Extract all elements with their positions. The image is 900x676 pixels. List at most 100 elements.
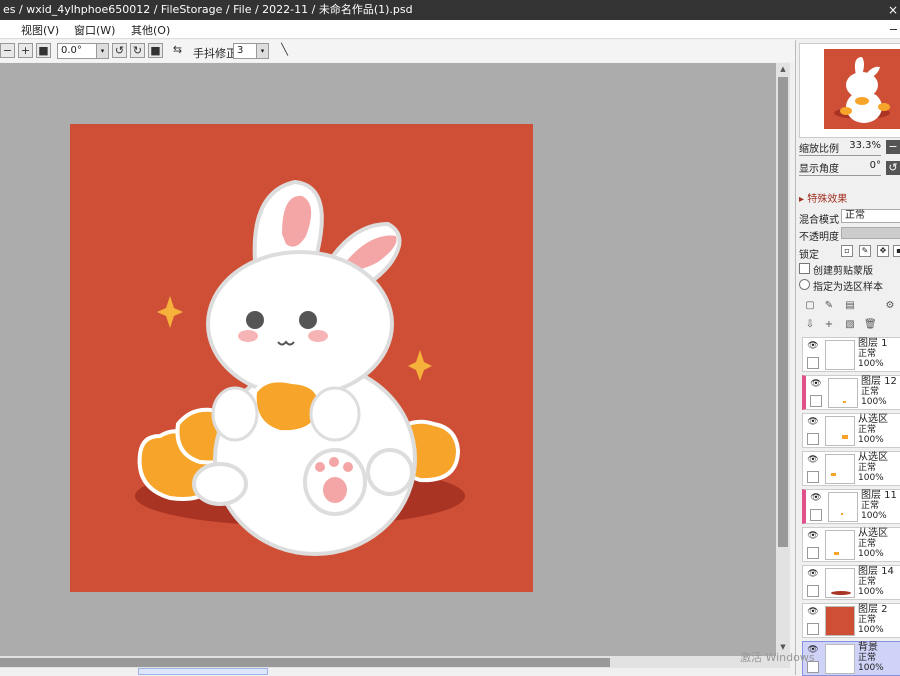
pen-pressure-icon[interactable]: ╲ bbox=[277, 43, 292, 58]
angle-slider[interactable] bbox=[799, 175, 881, 176]
menu-window[interactable]: 窗口(W) bbox=[74, 22, 115, 38]
layer-select-box[interactable] bbox=[807, 547, 819, 559]
eye-icon[interactable]: 👁 bbox=[807, 417, 819, 428]
blend-mode-select[interactable]: 正常 bbox=[841, 209, 900, 223]
document-tab[interactable] bbox=[138, 668, 268, 675]
toolbar: − + ■ 0.0° ▾ ↺ ↻ ■ ⇆ 手抖修正 3 ▾ ╲ bbox=[0, 40, 795, 62]
layer-name: 图层 12 bbox=[861, 376, 897, 387]
layer-blend-mode: 正常 bbox=[858, 463, 877, 473]
layer-select-box[interactable] bbox=[807, 433, 819, 445]
lock-label: 锁定 bbox=[799, 250, 819, 261]
special-effects-toggle[interactable]: ▸ 特殊效果 bbox=[799, 190, 847, 205]
layer-thumbnail bbox=[828, 378, 858, 408]
chevron-down-icon[interactable]: ▾ bbox=[96, 44, 108, 58]
menu-other[interactable]: 其他(O) bbox=[131, 22, 170, 38]
layer-row[interactable]: 👁 图层 1 正常 100% bbox=[802, 337, 900, 372]
selection-source-checkbox[interactable] bbox=[799, 279, 810, 290]
layer-list: 👁 图层 1 正常 100% 👁 图层 12 正常 100% 👁 从选区 正常 100% 👁 从选区 正常 1… bbox=[799, 337, 900, 676]
zoom-in-button[interactable]: + bbox=[18, 43, 33, 58]
clipping-mask-checkbox[interactable] bbox=[799, 263, 810, 274]
rotation-field[interactable]: 0.0° ▾ bbox=[57, 43, 109, 59]
eye-icon[interactable]: 👁 bbox=[810, 493, 822, 504]
eye-icon[interactable]: 👁 bbox=[807, 531, 819, 542]
layer-thumbnail bbox=[825, 644, 855, 674]
layer-row[interactable]: 👁 图层 11 正常 100% bbox=[802, 489, 900, 524]
stabilizer-field[interactable]: 3 ▾ bbox=[233, 43, 269, 59]
layer-row[interactable]: 👁 图层 2 正常 100% bbox=[802, 603, 900, 638]
navigator-thumbnail bbox=[824, 49, 900, 129]
bunny-illustration bbox=[135, 179, 465, 556]
layer-opacity: 100% bbox=[858, 663, 884, 673]
layer-blend-mode: 正常 bbox=[858, 425, 877, 435]
layer-select-box[interactable] bbox=[807, 471, 819, 483]
zoom-out-button[interactable]: − bbox=[0, 43, 15, 58]
rotate-cw-button[interactable]: ↻ bbox=[130, 43, 145, 58]
layer-settings-icon[interactable]: ⚙ bbox=[884, 300, 896, 313]
lock-move-icon[interactable]: ✥ bbox=[877, 245, 889, 257]
flip-icon[interactable]: ⇆ bbox=[170, 43, 185, 58]
eye-icon[interactable]: 👁 bbox=[810, 379, 822, 390]
layer-name: 图层 14 bbox=[858, 566, 894, 577]
lock-brush-icon[interactable]: ✎ bbox=[859, 245, 871, 257]
layer-thumbnail bbox=[828, 492, 858, 522]
layer-thumbnail bbox=[825, 606, 855, 636]
zoom-value: 33.3% bbox=[849, 140, 881, 151]
minimize-icon[interactable] bbox=[890, 29, 897, 30]
layer-name: 图层 1 bbox=[858, 338, 888, 349]
canvas-area[interactable] bbox=[0, 63, 776, 656]
scroll-up-icon[interactable]: ▲ bbox=[776, 65, 790, 73]
layer-select-box[interactable] bbox=[810, 509, 822, 521]
trash-icon[interactable]: 🗑 bbox=[864, 319, 877, 332]
layer-opacity: 100% bbox=[858, 625, 884, 635]
layer-select-box[interactable] bbox=[810, 395, 822, 407]
title-bar: es / wxid_4ylhphoe650012 / FileStorage /… bbox=[0, 0, 900, 20]
lock-all-icon[interactable]: ▪ bbox=[893, 245, 900, 257]
layer-select-box[interactable] bbox=[807, 623, 819, 635]
menu-view[interactable]: 视图(V) bbox=[21, 22, 59, 38]
layer-thumbnail bbox=[825, 530, 855, 560]
eye-icon[interactable]: 👁 bbox=[807, 569, 819, 580]
vertical-scrollbar[interactable]: ▲ ▼ bbox=[776, 63, 790, 656]
eye-icon[interactable]: 👁 bbox=[807, 455, 819, 466]
eye-icon[interactable]: 👁 bbox=[807, 341, 819, 352]
layer-opacity: 100% bbox=[858, 359, 884, 369]
layer-select-box[interactable] bbox=[807, 585, 819, 597]
rotate-ccw-button[interactable]: ↺ bbox=[112, 43, 127, 58]
rotation-reset-button[interactable]: ■ bbox=[148, 43, 163, 58]
zoom-reset-button[interactable]: ■ bbox=[36, 43, 51, 58]
blend-mode-value: 正常 bbox=[845, 210, 865, 221]
layer-opacity: 100% bbox=[858, 587, 884, 597]
new-vector-layer-icon[interactable]: ✎ bbox=[823, 300, 835, 313]
zoom-step-button[interactable]: − bbox=[886, 140, 900, 154]
clear-layer-icon[interactable]: ▧ bbox=[844, 319, 856, 332]
eye-icon[interactable]: 👁 bbox=[807, 607, 819, 618]
opacity-slider[interactable] bbox=[841, 227, 900, 239]
new-folder-icon[interactable]: ▤ bbox=[844, 300, 856, 313]
angle-reset-button[interactable]: ↺ bbox=[886, 161, 900, 175]
navigator-preview[interactable] bbox=[799, 43, 900, 138]
layer-row[interactable]: 👁 从选区 正常 100% bbox=[802, 413, 900, 448]
horizontal-scrollbar[interactable] bbox=[0, 656, 790, 668]
lock-pixels-icon[interactable]: ▫ bbox=[841, 245, 853, 257]
layer-row[interactable]: 👁 从选区 正常 100% bbox=[802, 527, 900, 562]
zoom-slider[interactable] bbox=[799, 155, 881, 156]
layer-opacity: 100% bbox=[861, 397, 887, 407]
layer-row[interactable]: 👁 从选区 正常 100% bbox=[802, 451, 900, 486]
new-layer-icon[interactable]: ▢ bbox=[804, 300, 816, 313]
layer-row[interactable]: 👁 背景 正常 100% bbox=[802, 641, 900, 676]
horizontal-scroll-thumb[interactable] bbox=[0, 658, 610, 667]
transfer-down-icon[interactable]: ⇩ bbox=[804, 319, 816, 332]
zoom-label: 缩放比例 bbox=[799, 144, 839, 155]
layer-row[interactable]: 👁 图层 14 正常 100% bbox=[802, 565, 900, 600]
merge-down-icon[interactable]: + bbox=[823, 319, 835, 332]
layer-select-box[interactable] bbox=[807, 357, 819, 369]
layer-row[interactable]: 👁 图层 12 正常 100% bbox=[802, 375, 900, 410]
vertical-scroll-thumb[interactable] bbox=[778, 77, 788, 547]
selection-source-label: 指定为选区样本 bbox=[813, 282, 883, 293]
close-icon[interactable]: × bbox=[888, 0, 898, 20]
layer-opacity: 100% bbox=[858, 435, 884, 445]
artwork-canvas[interactable] bbox=[70, 124, 533, 592]
rotation-value: 0.0° bbox=[61, 45, 82, 56]
chevron-down-icon[interactable]: ▾ bbox=[256, 44, 268, 58]
stabilizer-value: 3 bbox=[237, 45, 244, 56]
